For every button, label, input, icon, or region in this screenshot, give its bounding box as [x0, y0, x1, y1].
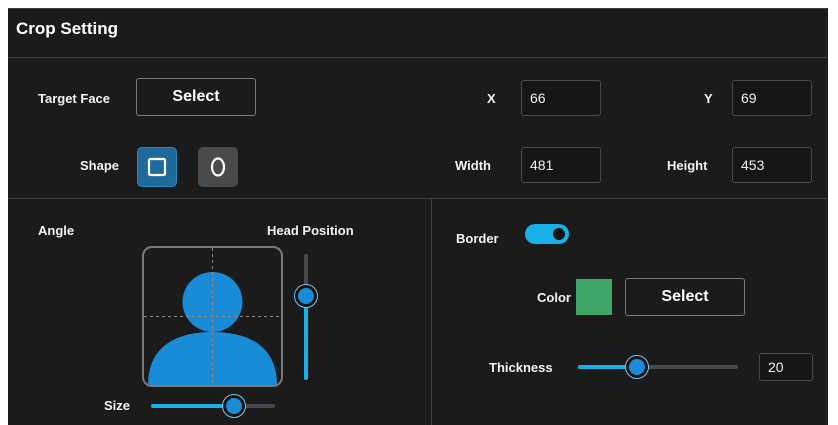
- head-position-label: Head Position: [267, 223, 354, 238]
- x-input[interactable]: 66: [521, 80, 601, 116]
- target-face-label: Target Face: [38, 91, 111, 106]
- thickness-slider[interactable]: [578, 356, 738, 378]
- target-face-select-button[interactable]: Select: [136, 78, 256, 116]
- ellipse-icon: [210, 157, 226, 177]
- color-label: Color: [537, 290, 571, 305]
- width-label: Width: [455, 158, 491, 173]
- head-position-slider[interactable]: [295, 254, 317, 380]
- shape-ellipse-button[interactable]: [198, 147, 238, 187]
- size-thumb[interactable]: [223, 395, 245, 417]
- head-position-thumb[interactable]: [295, 285, 317, 307]
- height-input[interactable]: 453: [732, 147, 812, 183]
- width-input[interactable]: 481: [521, 147, 601, 183]
- size-fill: [151, 404, 234, 408]
- x-label: X: [487, 91, 496, 106]
- border-label: Border: [456, 231, 499, 246]
- thickness-thumb[interactable]: [626, 356, 648, 378]
- border-toggle-knob: [553, 228, 565, 240]
- shape-label: Shape: [80, 158, 120, 173]
- square-icon: [147, 157, 167, 177]
- head-position-fill: [304, 296, 308, 380]
- border-toggle[interactable]: [525, 224, 569, 244]
- person-silhouette-icon: [144, 248, 281, 385]
- header-divider: [8, 57, 828, 58]
- thickness-label: Thickness: [489, 360, 553, 375]
- y-input[interactable]: 69: [732, 80, 812, 116]
- color-select-button[interactable]: Select: [625, 278, 745, 316]
- shape-square-button[interactable]: [137, 147, 177, 187]
- panel-title: Crop Setting: [16, 19, 118, 38]
- crop-setting-panel: Crop Setting Target Face Select Shape X …: [8, 8, 828, 425]
- y-label: Y: [704, 91, 713, 106]
- angle-label: Angle: [38, 223, 75, 238]
- border-color-swatch[interactable]: [576, 279, 612, 315]
- height-label: Height: [667, 158, 708, 173]
- thickness-input[interactable]: 20: [759, 353, 813, 381]
- size-slider[interactable]: [151, 395, 275, 417]
- column-divider: [431, 198, 432, 425]
- size-label: Size: [104, 398, 131, 413]
- face-preview: [142, 246, 283, 387]
- section-divider: [8, 198, 828, 199]
